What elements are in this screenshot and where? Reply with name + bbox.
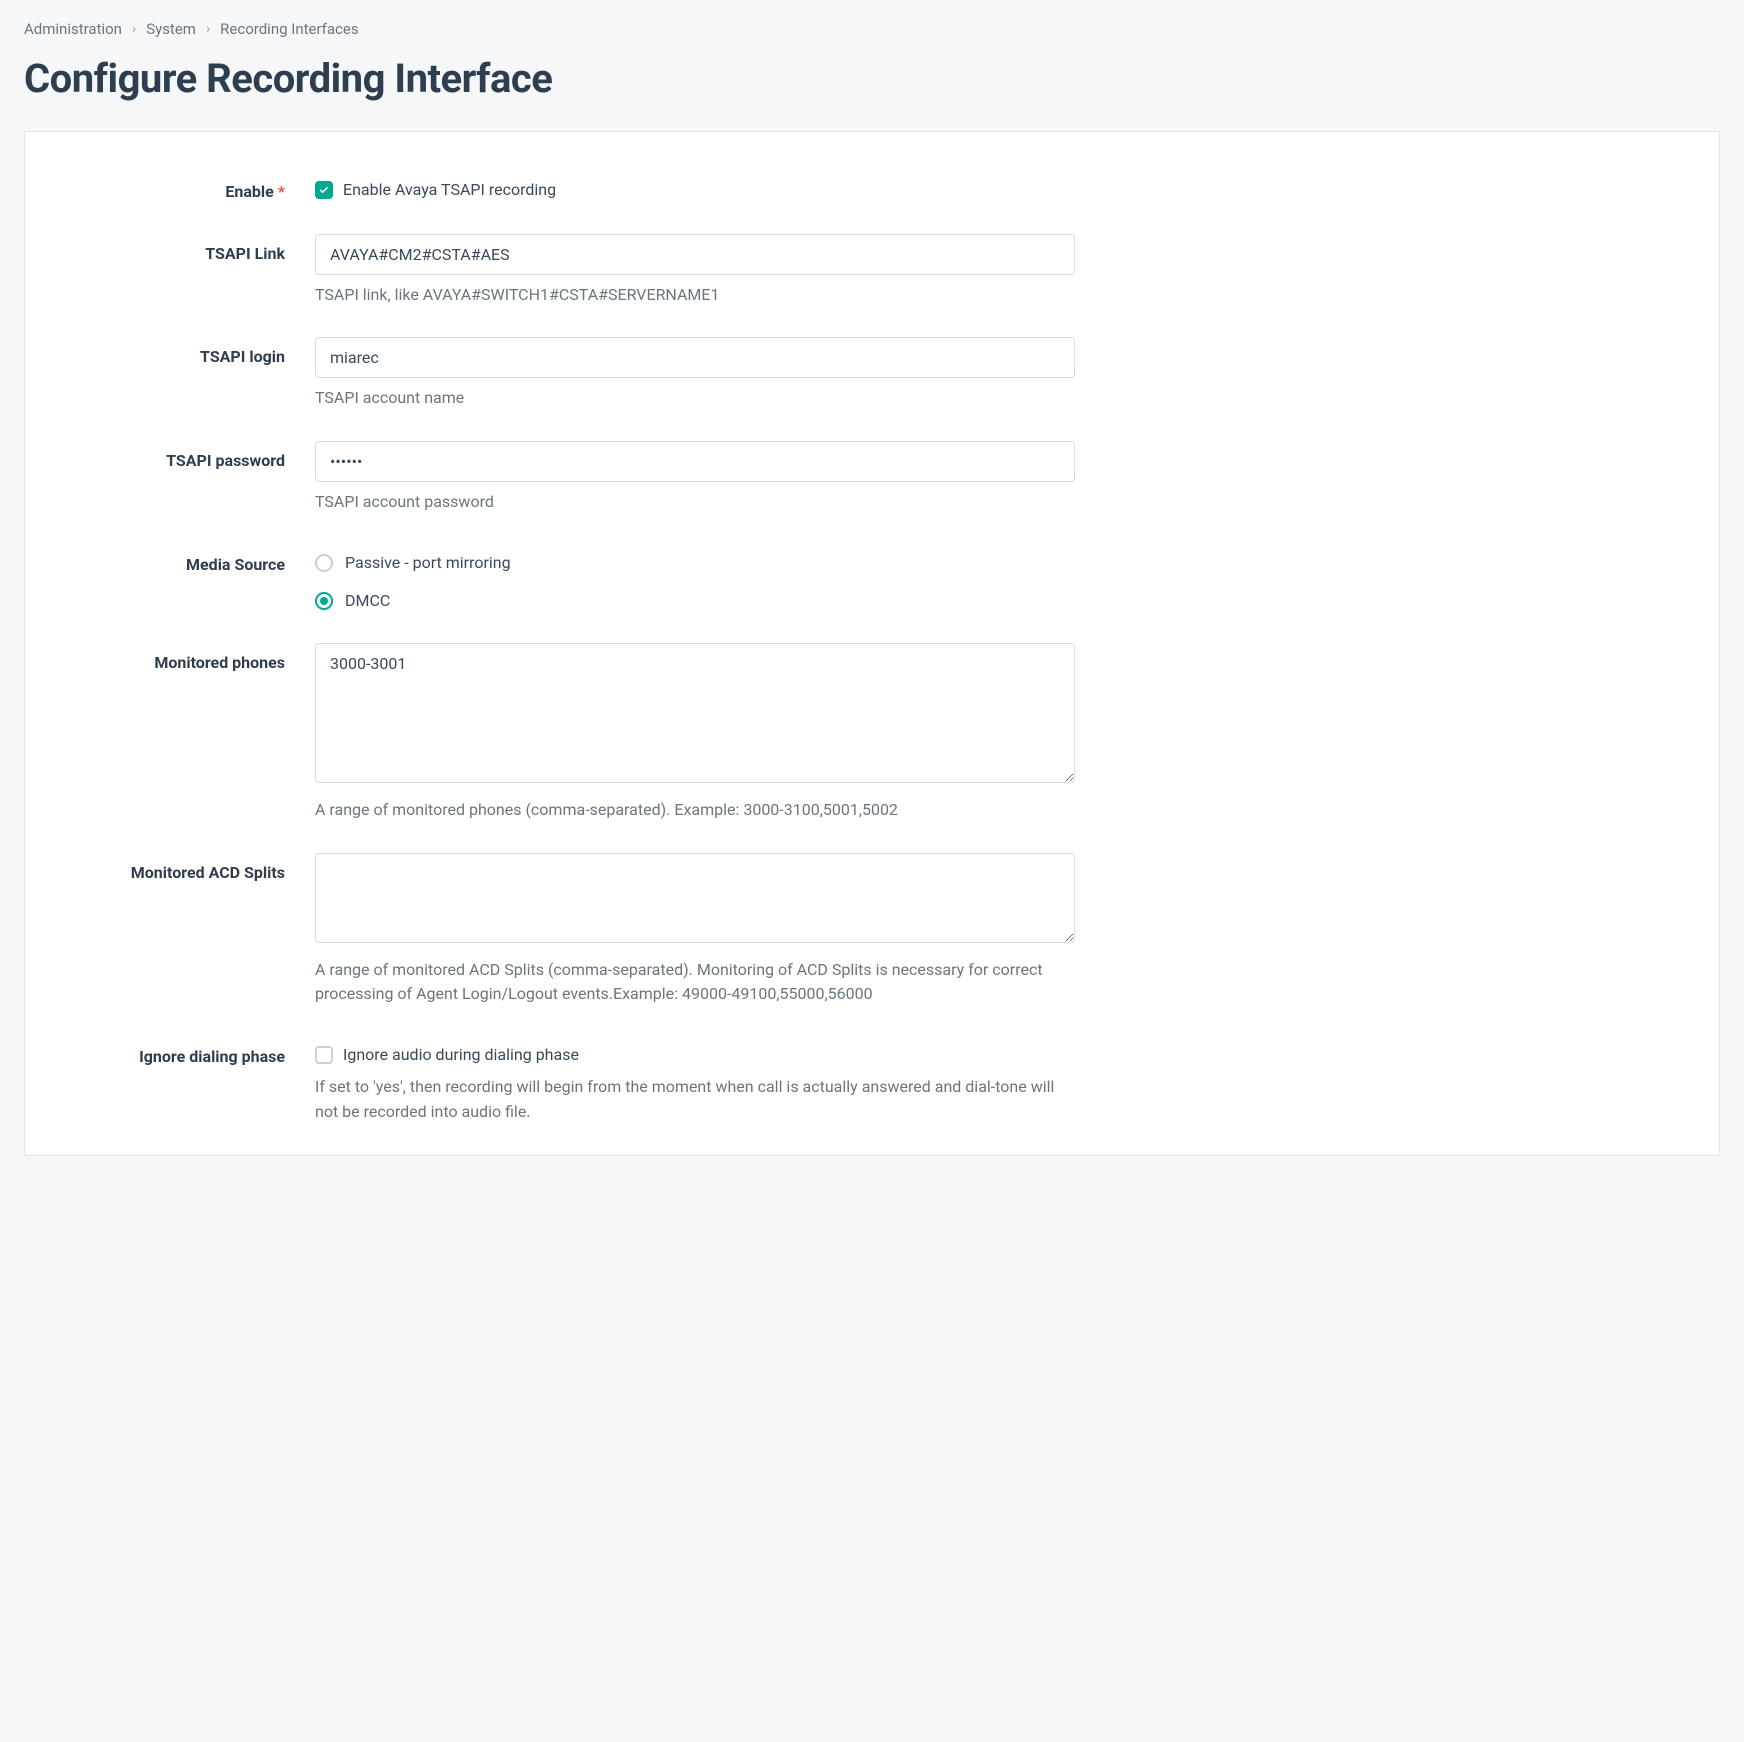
ignore-dialing-checkbox-label: Ignore audio during dialing phase: [343, 1043, 579, 1067]
hint-monitored-acd: A range of monitored ACD Splits (comma-s…: [315, 958, 1075, 1008]
row-tsapi-password: TSAPI password TSAPI account password: [55, 441, 1689, 515]
breadcrumb: Administration › System › Recording Inte…: [24, 18, 1720, 41]
label-monitored-acd: Monitored ACD Splits: [55, 853, 315, 885]
label-ignore-dialing: Ignore dialing phase: [55, 1037, 315, 1069]
check-icon: [318, 184, 330, 196]
tsapi-password-input[interactable]: [315, 441, 1075, 482]
radio-passive[interactable]: Passive - port mirroring: [315, 551, 1075, 575]
row-media-source: Media Source Passive - port mirroring DM…: [55, 545, 1689, 613]
label-monitored-phones: Monitored phones: [55, 643, 315, 675]
tsapi-link-input[interactable]: [315, 234, 1075, 275]
row-monitored-acd: Monitored ACD Splits A range of monitore…: [55, 853, 1689, 1008]
radio-dmcc-label: DMCC: [345, 589, 390, 613]
row-tsapi-login: TSAPI login TSAPI account name: [55, 337, 1689, 411]
enable-checkbox[interactable]: [315, 181, 333, 199]
label-tsapi-login: TSAPI login: [55, 337, 315, 369]
breadcrumb-item-administration[interactable]: Administration: [24, 18, 122, 41]
row-tsapi-link: TSAPI Link TSAPI link, like AVAYA#SWITCH…: [55, 234, 1689, 308]
breadcrumb-item-system[interactable]: System: [146, 18, 196, 41]
chevron-right-icon: ›: [206, 19, 210, 40]
row-enable: Enable * Enable Avaya TSAPI recording: [55, 172, 1689, 204]
hint-ignore-dialing: If set to 'yes', then recording will beg…: [315, 1075, 1075, 1125]
hint-tsapi-password: TSAPI account password: [315, 490, 1075, 515]
monitored-acd-textarea[interactable]: [315, 853, 1075, 943]
hint-tsapi-link: TSAPI link, like AVAYA#SWITCH1#CSTA#SERV…: [315, 283, 1075, 308]
config-panel: Enable * Enable Avaya TSAPI recording TS…: [24, 131, 1720, 1156]
label-tsapi-password: TSAPI password: [55, 441, 315, 473]
breadcrumb-item-recording-interfaces[interactable]: Recording Interfaces: [220, 18, 358, 41]
label-media-source: Media Source: [55, 545, 315, 577]
radio-icon: [315, 592, 333, 610]
ignore-dialing-checkbox[interactable]: [315, 1046, 333, 1064]
radio-passive-label: Passive - port mirroring: [345, 551, 511, 575]
page-title: Configure Recording Interface: [24, 49, 1720, 109]
row-monitored-phones: Monitored phones A range of monitored ph…: [55, 643, 1689, 823]
enable-checkbox-label: Enable Avaya TSAPI recording: [343, 178, 556, 202]
tsapi-login-input[interactable]: [315, 337, 1075, 378]
required-indicator: *: [278, 182, 285, 201]
label-enable: Enable *: [55, 172, 315, 204]
label-tsapi-link: TSAPI Link: [55, 234, 315, 266]
hint-monitored-phones: A range of monitored phones (comma-separ…: [315, 798, 1075, 823]
chevron-right-icon: ›: [132, 19, 136, 40]
radio-icon: [315, 554, 333, 572]
radio-dmcc[interactable]: DMCC: [315, 589, 1075, 613]
monitored-phones-textarea[interactable]: [315, 643, 1075, 783]
hint-tsapi-login: TSAPI account name: [315, 386, 1075, 411]
row-ignore-dialing: Ignore dialing phase Ignore audio during…: [55, 1037, 1689, 1125]
